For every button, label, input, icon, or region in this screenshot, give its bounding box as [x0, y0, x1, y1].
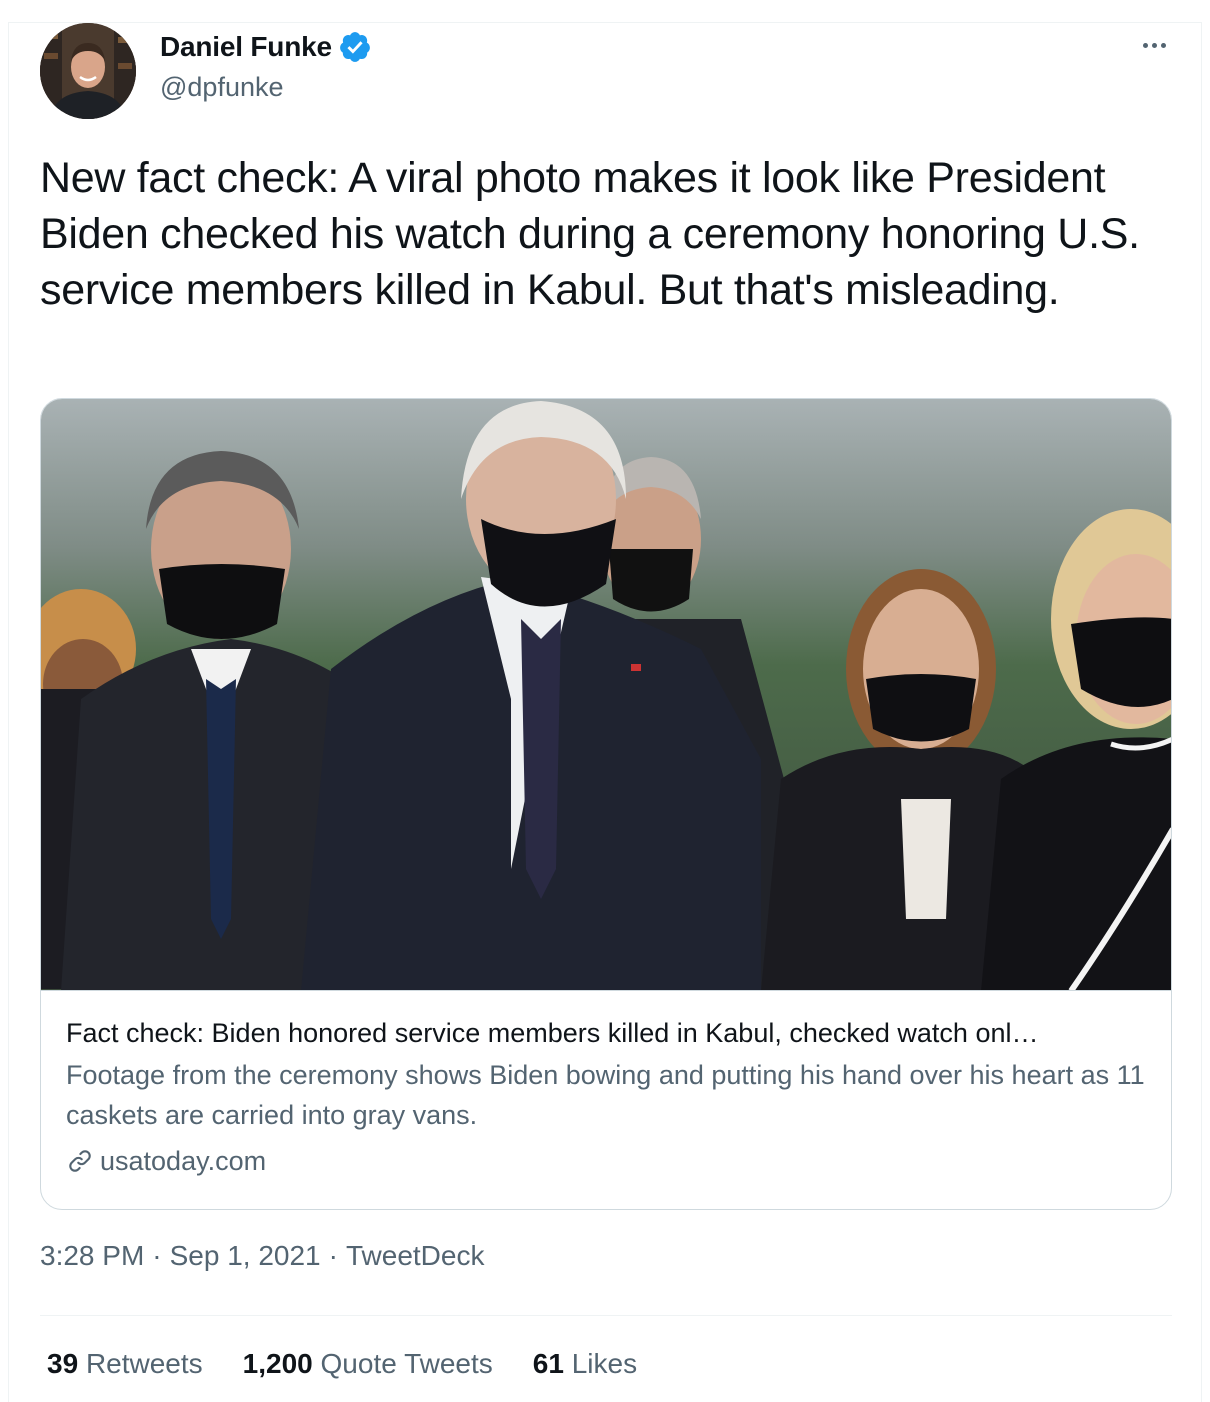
author-display-name[interactable]: Daniel Funke	[160, 31, 332, 63]
dot	[1160, 42, 1166, 48]
retweets-count: 39	[47, 1348, 79, 1379]
tweet-time[interactable]: 3:28 PM	[40, 1240, 144, 1272]
tweet-source[interactable]: TweetDeck	[346, 1240, 485, 1272]
dot	[1142, 42, 1148, 48]
author-handle[interactable]: @dpfunke	[160, 72, 284, 103]
likes-stat[interactable]: 61 Likes	[533, 1348, 637, 1380]
verified-badge-icon	[339, 32, 370, 62]
meta-separator: ·	[328, 1240, 338, 1271]
card-description: Footage from the ceremony shows Biden bo…	[66, 1060, 1145, 1130]
retweets-stat[interactable]: 39 Retweets	[47, 1348, 203, 1380]
quote-tweets-stat[interactable]: 1,200 Quote Tweets	[243, 1348, 493, 1380]
card-image	[41, 399, 1171, 991]
tweet-text: New fact check: A viral photo makes it l…	[40, 154, 1140, 314]
tweet-date[interactable]: Sep 1, 2021	[170, 1240, 321, 1272]
card-domain-text: usatoday.com	[100, 1146, 267, 1176]
card-title: Fact check: Biden honored service member…	[66, 1018, 1039, 1048]
likes-label: Likes	[571, 1348, 638, 1379]
divider	[40, 1315, 1172, 1316]
quote-tweets-count: 1,200	[242, 1348, 313, 1379]
dot	[1151, 42, 1157, 48]
link-card[interactable]: Fact check: Biden honored service member…	[40, 398, 1172, 1210]
quote-tweets-label: Quote Tweets	[320, 1348, 493, 1379]
likes-count: 61	[532, 1348, 564, 1379]
avatar[interactable]	[40, 23, 136, 119]
tweet-meta: 3:28 PM · Sep 1, 2021 · TweetDeck	[40, 1240, 484, 1272]
link-icon	[69, 1150, 91, 1172]
meta-separator: ·	[152, 1240, 162, 1271]
card-domain: usatoday.com	[66, 1139, 1151, 1183]
retweets-label: Retweets	[85, 1348, 203, 1379]
more-dots-icon[interactable]	[1134, 30, 1174, 60]
tweet-stats: 39 Retweets 1,200 Quote Tweets 61 Likes	[47, 1348, 637, 1380]
